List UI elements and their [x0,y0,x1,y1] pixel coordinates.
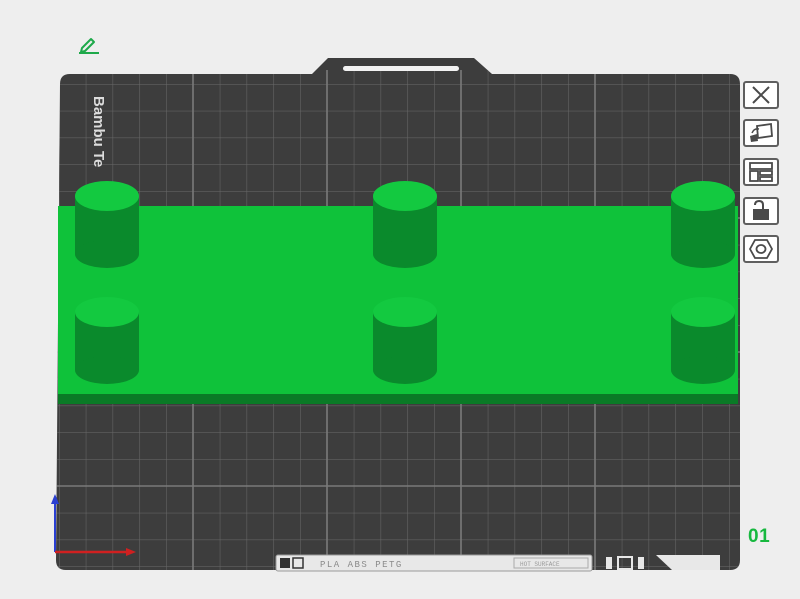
peg [671,181,735,268]
material-label: PLA ABS PETG [320,560,403,570]
close-plate-button[interactable] [743,81,779,109]
lock-button[interactable] [743,197,779,225]
peg [75,297,139,384]
peg [75,181,139,268]
hot-surface-label: HOT SURFACE [520,561,560,568]
lock-icon [753,200,769,220]
brand-label: Bambu Te [90,96,107,167]
settings-button[interactable] [743,235,779,263]
arrange-button[interactable] [743,158,779,186]
peg [373,181,437,268]
plate-number: 01 [748,526,771,547]
build-plate-viewport[interactable]: Bambu Te PLA ABS PETG HOT SURFACE [0,0,800,599]
gear-icon [749,239,773,259]
orient-icon [750,122,773,142]
arrange-icon [749,162,773,182]
plate-handle [343,66,459,71]
close-icon [752,86,770,104]
peg [373,297,437,384]
peg [671,297,735,384]
orient-button[interactable] [743,119,779,147]
